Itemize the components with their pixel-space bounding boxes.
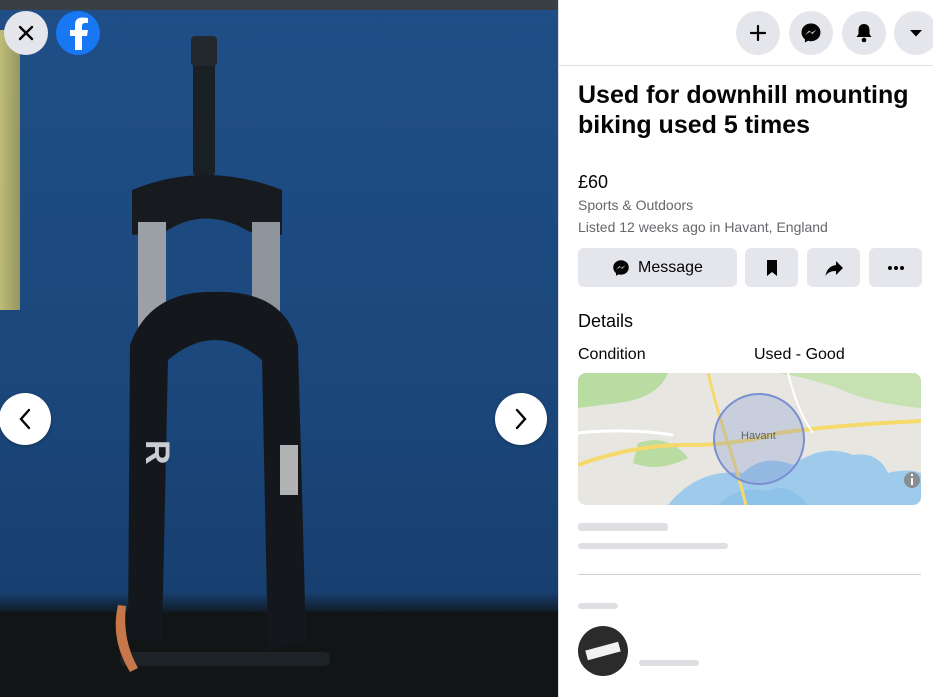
messenger-icon: [801, 23, 821, 43]
create-button[interactable]: [736, 11, 780, 55]
plus-icon: [749, 24, 767, 42]
previous-photo-button[interactable]: [0, 393, 51, 445]
map-place-label: Havant: [741, 430, 776, 442]
redacted-text: [578, 523, 668, 531]
listing-panel: Used for downhill mounting biking used 5…: [558, 0, 933, 697]
fork-brand-mark: R: [138, 440, 176, 467]
next-photo-button[interactable]: [495, 393, 547, 445]
chevron-right-icon: [515, 408, 527, 430]
listing-photo: R: [115, 36, 330, 672]
redacted-text: [578, 603, 618, 609]
info-icon-stem: [911, 478, 913, 485]
share-button[interactable]: [807, 248, 860, 287]
listing-price: £60: [578, 172, 609, 192]
close-button[interactable]: [4, 11, 48, 55]
share-icon: [825, 260, 843, 276]
section-divider: [578, 574, 921, 575]
notifications-button[interactable]: [842, 11, 886, 55]
messenger-icon: [613, 259, 629, 276]
info-icon-dot: [910, 473, 914, 477]
avatar-highlight: [585, 641, 621, 661]
facebook-logo-icon: [70, 17, 88, 50]
fork-lowers: [128, 291, 306, 650]
fork-axle: [120, 652, 330, 666]
account-menu-button[interactable]: [894, 11, 933, 55]
caret-down-icon: [910, 30, 922, 37]
details-heading: Details: [578, 311, 634, 331]
fork-steerer-top: [191, 36, 217, 66]
bookmark-icon: [766, 259, 777, 276]
messenger-button[interactable]: [789, 11, 833, 55]
message-button[interactable]: Message: [578, 248, 737, 287]
location-map[interactable]: Havant: [578, 373, 921, 505]
listing-location: Listed 12 weeks ago in Havant, England: [578, 219, 828, 235]
redacted-text: [578, 543, 728, 549]
save-button[interactable]: [745, 248, 798, 287]
condition-label: Condition: [578, 346, 646, 363]
photo-viewer: R: [0, 0, 558, 697]
seller-avatar[interactable]: [578, 626, 628, 676]
close-icon: [18, 25, 34, 41]
bell-icon: [856, 24, 872, 43]
chevron-left-icon: [19, 408, 31, 430]
fork-decal: [280, 445, 298, 495]
message-button-label: Message: [638, 258, 703, 276]
listing-category[interactable]: Sports & Outdoors: [578, 197, 693, 213]
listing-title: Used for downhill mounting biking used 5…: [578, 81, 909, 139]
condition-value: Used - Good: [754, 346, 845, 363]
more-options-button[interactable]: [869, 248, 922, 287]
facebook-logo[interactable]: [56, 11, 100, 55]
map-graphic: Havant: [578, 373, 921, 505]
panel-header: [559, 0, 933, 66]
more-icon: [887, 265, 904, 270]
redacted-text: [639, 660, 699, 666]
